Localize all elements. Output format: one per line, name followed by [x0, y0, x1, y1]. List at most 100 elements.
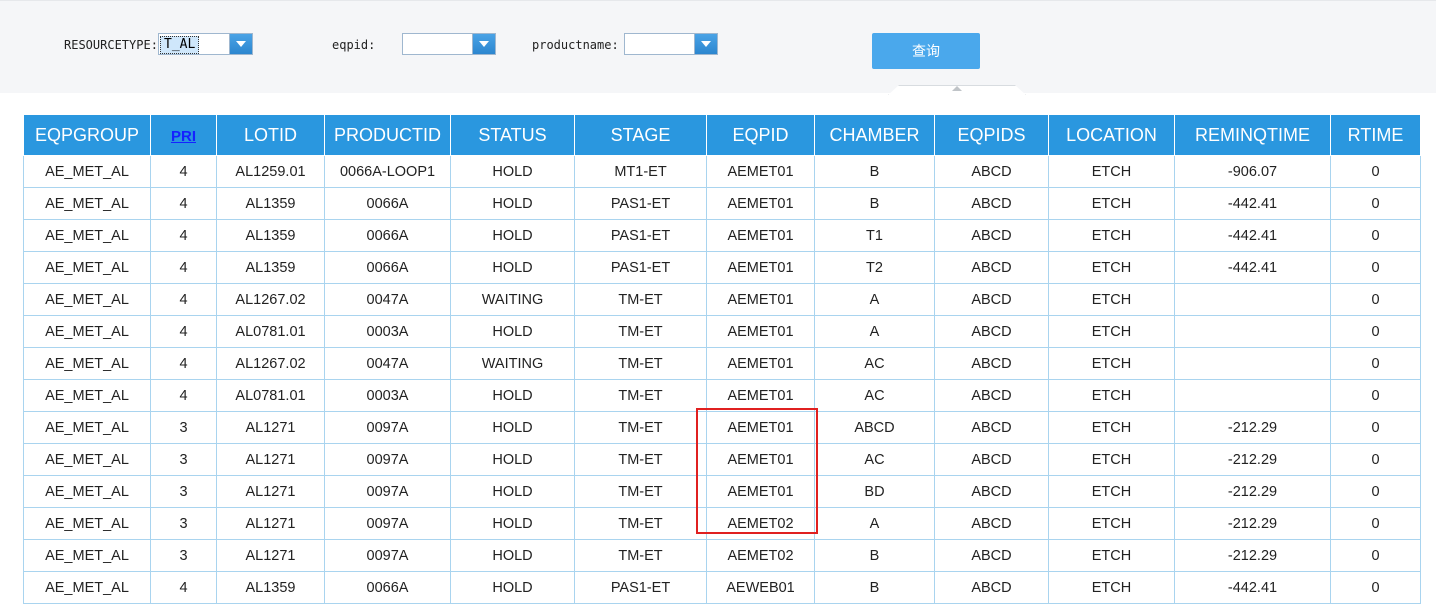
productname-dropdown-arrow-icon[interactable] [694, 34, 717, 54]
table-row[interactable]: AE_MET_AL 3 AL1271 0097A HOLD TM-ET AEMET01 AC A… [23, 443, 1421, 476]
table-row[interactable]: AE_MET_AL 4 AL0781.01 0003A HOLD TM-ET AEMET01… [23, 379, 1421, 412]
table-row[interactable]: AE_MET_AL 4 AL1267.02 0047A WAITING TM-ET AEME… [23, 283, 1421, 316]
table-row[interactable]: AE_MET_AL 4 AL1259.01 0066A-LOOP1 HOLD MT1-ET… [23, 155, 1421, 188]
column-header-location[interactable]: LOCATION [1048, 115, 1175, 156]
results-table: EQPGROUP PRI LOTID PRODUCTID STATUS STAGE EQPI… [23, 115, 1421, 604]
cell-pri: 4 [150, 315, 217, 348]
cell-pri: 3 [150, 411, 217, 444]
column-header-eqpids[interactable]: EQPIDS [934, 115, 1049, 156]
sort-link-pri[interactable]: PRI [171, 128, 196, 145]
cell-rtime: 0 [1330, 155, 1421, 188]
query-button[interactable]: 查询 [872, 33, 980, 69]
column-header-pri[interactable]: PRI [150, 115, 217, 156]
cell-stage: TM-ET [574, 507, 707, 540]
table-row[interactable]: AE_MET_AL 4 AL1359 0066A HOLD PAS1-ET AEMET01 B… [23, 187, 1421, 220]
cell-lotid: AL1359 [216, 219, 325, 252]
productname-select[interactable] [624, 33, 718, 55]
cell-pri: 4 [150, 283, 217, 316]
cell-eqpid: AEMET01 [706, 155, 815, 188]
cell-eqpids: ABCD [934, 475, 1049, 508]
cell-lotid: AL1359 [216, 251, 325, 284]
cell-eqpid: AEMET01 [706, 347, 815, 380]
resourcetype-dropdown-arrow-icon[interactable] [229, 34, 252, 54]
cell-rtime: 0 [1330, 187, 1421, 220]
cell-status: HOLD [450, 571, 575, 604]
cell-lotid: AL1271 [216, 507, 325, 540]
cell-status: HOLD [450, 379, 575, 412]
cell-status: HOLD [450, 507, 575, 540]
cell-reminqtime [1174, 347, 1331, 380]
cell-status: HOLD [450, 315, 575, 348]
cell-eqpid: AEMET01 [706, 315, 815, 348]
cell-chamber: T1 [814, 219, 935, 252]
cell-lotid: AL1271 [216, 475, 325, 508]
cell-pri: 4 [150, 155, 217, 188]
column-header-stage[interactable]: STAGE [574, 115, 707, 156]
cell-reminqtime: -212.29 [1174, 539, 1331, 572]
cell-productid: 0066A [324, 251, 451, 284]
cell-eqpgroup: AE_MET_AL [23, 411, 151, 444]
table-row[interactable]: AE_MET_AL 3 AL1271 0097A HOLD TM-ET AEMET02 B AB… [23, 539, 1421, 572]
cell-stage: TM-ET [574, 347, 707, 380]
table-row[interactable]: AE_MET_AL 4 AL1359 0066A HOLD PAS1-ET AEWEB01 B… [23, 571, 1421, 604]
cell-location: ETCH [1048, 411, 1175, 444]
cell-reminqtime [1174, 379, 1331, 412]
cell-lotid: AL1271 [216, 411, 325, 444]
cell-chamber: AC [814, 347, 935, 380]
cell-pri: 4 [150, 571, 217, 604]
cell-eqpids: ABCD [934, 507, 1049, 540]
eqpid-dropdown-arrow-icon[interactable] [472, 34, 495, 54]
cell-chamber: A [814, 507, 935, 540]
cell-chamber: ABCD [814, 411, 935, 444]
cell-reminqtime: -906.07 [1174, 155, 1331, 188]
eqpid-select[interactable] [402, 33, 496, 55]
cell-productid: 0097A [324, 411, 451, 444]
column-header-chamber[interactable]: CHAMBER [814, 115, 935, 156]
collapse-toggle-icon[interactable] [888, 85, 1026, 95]
table-row[interactable]: AE_MET_AL 3 AL1271 0097A HOLD TM-ET AEMET02 A AB… [23, 507, 1421, 540]
cell-productid: 0066A [324, 187, 451, 220]
table-row[interactable]: AE_MET_AL 4 AL1359 0066A HOLD PAS1-ET AEMET01 T… [23, 219, 1421, 252]
cell-status: WAITING [450, 283, 575, 316]
column-header-lotid[interactable]: LOTID [216, 115, 325, 156]
cell-rtime: 0 [1330, 347, 1421, 380]
table-row[interactable]: AE_MET_AL 4 AL0781.01 0003A HOLD TM-ET AEMET01… [23, 315, 1421, 348]
resourcetype-select[interactable]: T_AL [158, 33, 253, 55]
column-header-eqpid[interactable]: EQPID [706, 115, 815, 156]
table-row[interactable]: AE_MET_AL 4 AL1359 0066A HOLD PAS1-ET AEMET01 T… [23, 251, 1421, 284]
cell-eqpid: AEMET01 [706, 443, 815, 476]
resourcetype-value[interactable]: T_AL [160, 36, 200, 54]
column-header-reminqtime[interactable]: REMINQTIME [1174, 115, 1331, 156]
cell-status: HOLD [450, 155, 575, 188]
cell-eqpids: ABCD [934, 251, 1049, 284]
cell-rtime: 0 [1330, 507, 1421, 540]
cell-chamber: A [814, 315, 935, 348]
cell-location: ETCH [1048, 571, 1175, 604]
column-header-productid[interactable]: PRODUCTID [324, 115, 451, 156]
table-row[interactable]: AE_MET_AL 3 AL1271 0097A HOLD TM-ET AEMET01 ABC… [23, 411, 1421, 444]
cell-pri: 3 [150, 507, 217, 540]
cell-pri: 4 [150, 347, 217, 380]
cell-eqpgroup: AE_MET_AL [23, 155, 151, 188]
cell-eqpids: ABCD [934, 571, 1049, 604]
filter-toolbar: RESOURCETYPE: T_AL eqpid: productname: 查… [0, 0, 1436, 95]
cell-location: ETCH [1048, 475, 1175, 508]
cell-stage: PAS1-ET [574, 187, 707, 220]
table-row[interactable]: AE_MET_AL 4 AL1267.02 0047A WAITING TM-ET AEME… [23, 347, 1421, 380]
cell-reminqtime: -442.41 [1174, 571, 1331, 604]
cell-eqpids: ABCD [934, 539, 1049, 572]
cell-chamber: B [814, 539, 935, 572]
column-header-eqpgroup[interactable]: EQPGROUP [23, 115, 151, 156]
cell-reminqtime: -442.41 [1174, 187, 1331, 220]
cell-status: HOLD [450, 539, 575, 572]
cell-chamber: B [814, 571, 935, 604]
column-header-status[interactable]: STATUS [450, 115, 575, 156]
cell-productid: 0097A [324, 443, 451, 476]
column-header-rtime[interactable]: RTIME [1330, 115, 1421, 156]
cell-eqpids: ABCD [934, 411, 1049, 444]
cell-eqpgroup: AE_MET_AL [23, 347, 151, 380]
cell-location: ETCH [1048, 187, 1175, 220]
table-row[interactable]: AE_MET_AL 3 AL1271 0097A HOLD TM-ET AEMET01 BD A… [23, 475, 1421, 508]
cell-chamber: A [814, 283, 935, 316]
cell-productid: 0066A [324, 571, 451, 604]
